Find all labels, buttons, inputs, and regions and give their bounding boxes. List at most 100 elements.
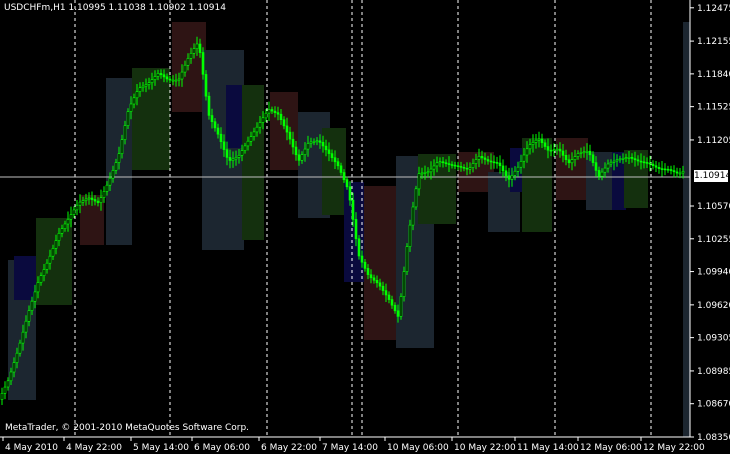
candle-body: [186, 58, 190, 66]
candle-body: [543, 142, 547, 147]
candle-body: [363, 261, 367, 269]
candle-body: [468, 167, 472, 170]
candle-body: [429, 168, 433, 173]
candle-body: [369, 274, 373, 279]
x-tick-label: 6 May 22:00: [261, 443, 317, 453]
candle-body: [414, 188, 418, 208]
candle-body: [480, 156, 484, 159]
candle-body: [423, 172, 427, 174]
candle-body: [234, 157, 238, 160]
candle-body: [489, 160, 493, 163]
chart-canvas[interactable]: 1.12475 1.12155 1.11840 1.11525 1.11205 1.105…: [0, 0, 730, 454]
candle-body: [336, 161, 340, 167]
candle-body: [288, 131, 292, 140]
candle-body: [330, 153, 334, 159]
candle-body: [150, 79, 154, 83]
candle-body: [666, 168, 670, 171]
candle-body: [594, 162, 598, 171]
candle-body: [204, 74, 208, 97]
candle-body: [243, 145, 247, 151]
candle-body: [117, 153, 121, 163]
candle-body: [390, 299, 394, 306]
candle-body: [108, 177, 112, 186]
candle-body: [216, 127, 220, 135]
session-box: [242, 85, 264, 240]
candle-body: [171, 79, 175, 82]
candle-body: [6, 380, 10, 388]
candle-body: [399, 296, 403, 317]
candle-body: [0, 392, 4, 400]
candle-body: [372, 277, 376, 281]
candle-body: [672, 170, 676, 173]
candle-body: [81, 200, 85, 203]
candle-body: [123, 125, 127, 140]
price-chart[interactable]: 1.12475 1.12155 1.11840 1.11525 1.11205 1.105…: [0, 0, 730, 454]
candle-body: [441, 161, 445, 163]
candle-body: [588, 150, 592, 156]
candle-body: [306, 143, 310, 150]
candle-body: [522, 154, 526, 162]
candle-body: [153, 76, 157, 80]
y-tick-label: 1.09940: [697, 268, 730, 278]
candle-body: [192, 48, 196, 54]
candle-body: [312, 141, 316, 143]
x-tick-label: 12 May 06:00: [580, 443, 642, 453]
candle-body: [405, 246, 409, 272]
copyright-label: MetaTrader, © 2001-2010 MetaQuotes Softw…: [5, 423, 250, 433]
candle-body: [387, 294, 391, 300]
candle-body: [39, 275, 43, 283]
candle-body: [483, 157, 487, 160]
candle-body: [165, 76, 169, 80]
candle-body: [276, 112, 280, 115]
candle-body: [303, 148, 307, 156]
y-tick-label: 1.12475: [697, 4, 730, 14]
candle-body: [255, 126, 259, 133]
candle-body: [507, 175, 511, 180]
candle-body: [393, 304, 397, 312]
candle-body: [600, 171, 604, 177]
candle-body: [513, 170, 517, 176]
session-box: [202, 50, 244, 250]
session-box: [364, 186, 396, 340]
candle-body: [174, 79, 178, 82]
candle-body: [327, 149, 331, 154]
candle-body: [435, 162, 439, 167]
candle-body: [438, 161, 442, 164]
candle-body: [471, 163, 475, 168]
candle-body: [201, 52, 205, 75]
chart-header: USDCHFm,H1 1.10995 1.11038 1.10902 1.109…: [4, 3, 226, 13]
symbol-label: USDCHFm,H1: [4, 3, 66, 13]
candle-body: [258, 122, 262, 128]
candle-body: [30, 300, 34, 311]
candle-body: [402, 271, 406, 297]
candle-body: [18, 342, 22, 354]
candle-body: [339, 165, 343, 173]
candle-body: [195, 43, 199, 49]
candle-body: [300, 154, 304, 161]
candle-body: [261, 117, 265, 123]
candle-body: [621, 158, 625, 160]
candle-body: [570, 159, 574, 164]
candle-body: [78, 201, 82, 206]
x-tick-label: 7 May 14:00: [322, 443, 378, 453]
candle-body: [267, 109, 271, 114]
candle-body: [462, 167, 466, 169]
current-price-badge: 1.10914: [694, 170, 730, 182]
candle-body: [114, 162, 118, 171]
candle-body: [168, 78, 172, 81]
candle-body: [585, 150, 589, 153]
candle-body: [129, 103, 133, 112]
candle-body: [573, 156, 577, 161]
candle-body: [297, 154, 301, 161]
candle-body: [3, 386, 7, 394]
x-tick-label: 12 May 22:00: [643, 443, 705, 453]
candle-body: [279, 113, 283, 120]
candle-body: [501, 165, 505, 172]
candle-body: [75, 204, 79, 211]
candle-body: [63, 223, 67, 229]
candle-body: [561, 150, 565, 156]
candle-body: [294, 146, 298, 156]
candle-body: [147, 82, 151, 85]
candle-body: [645, 162, 649, 164]
candle-body: [207, 95, 211, 116]
